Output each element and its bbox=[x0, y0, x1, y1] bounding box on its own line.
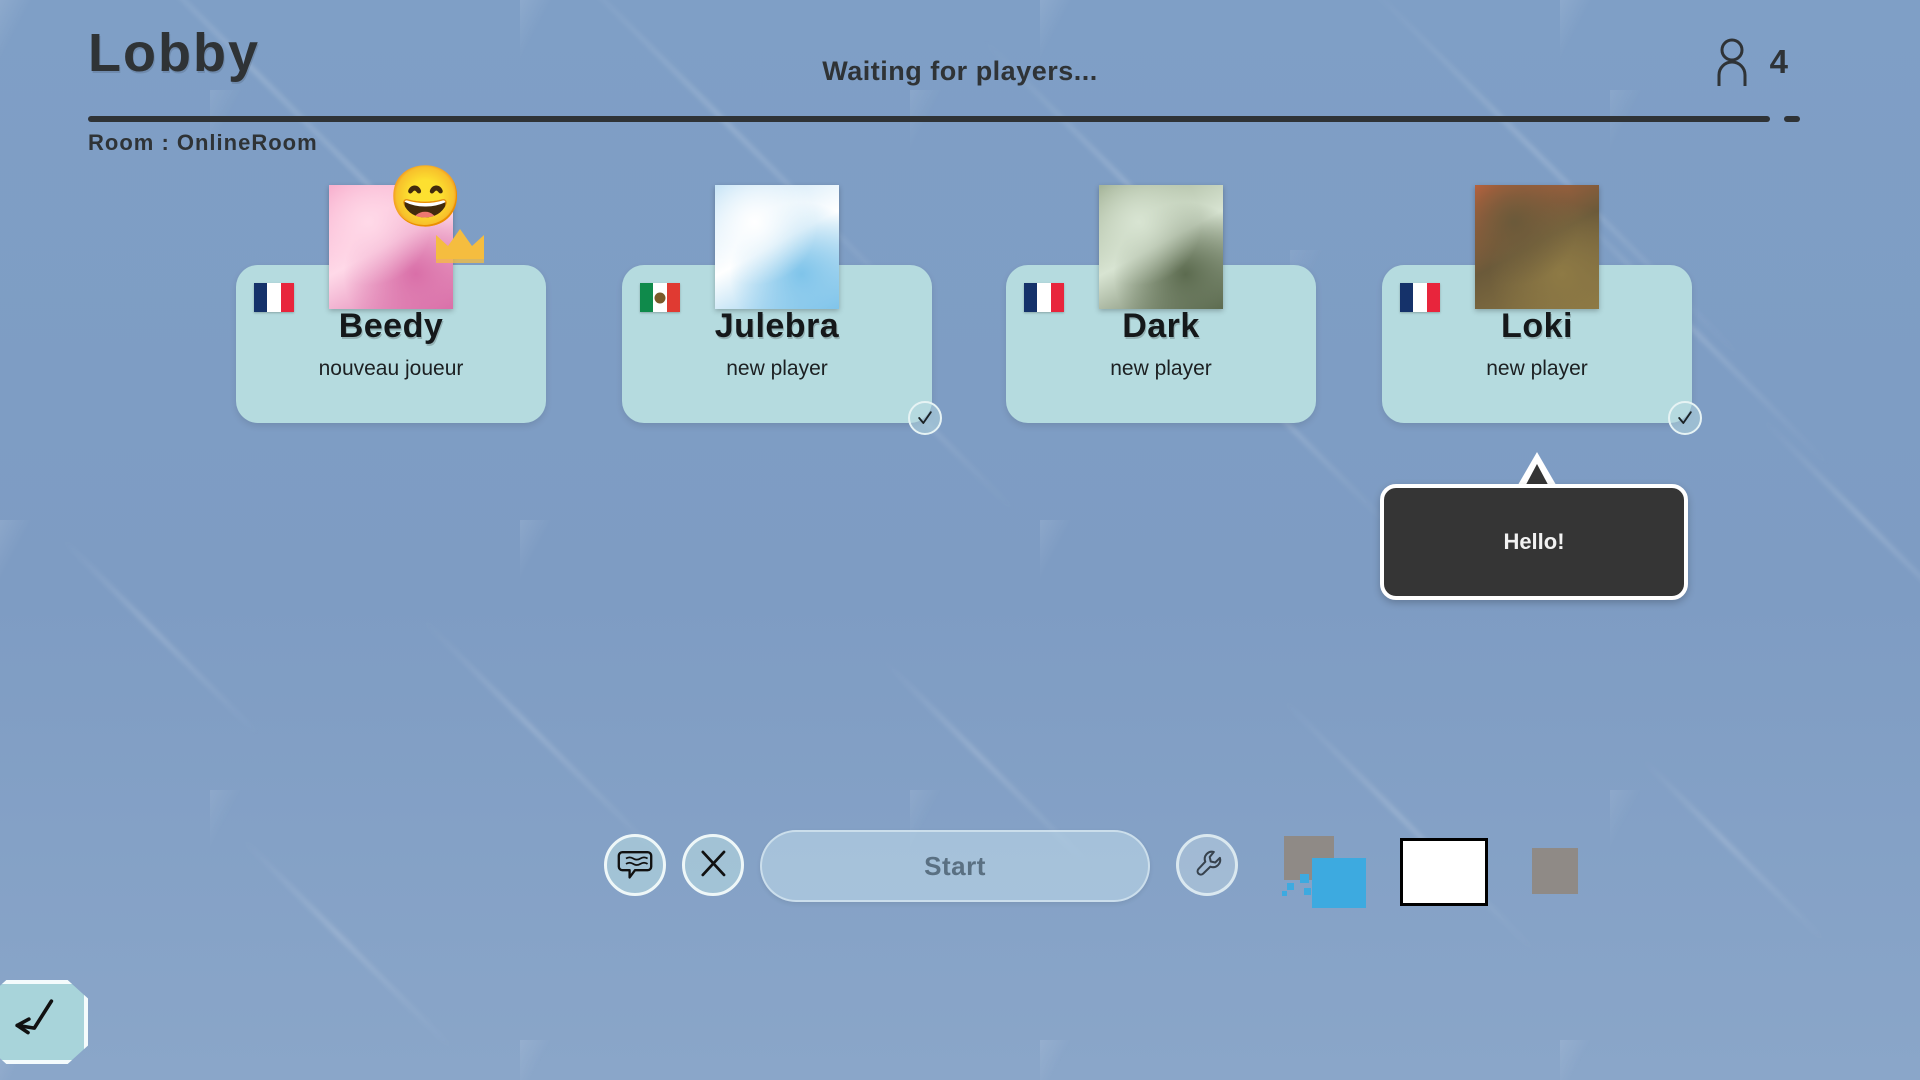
player-status-label: new player bbox=[1110, 357, 1212, 380]
close-x-icon bbox=[696, 846, 730, 885]
close-button[interactable] bbox=[682, 834, 744, 896]
header-divider-dot bbox=[1784, 116, 1800, 122]
back-button[interactable] bbox=[0, 980, 88, 1064]
header-divider bbox=[88, 116, 1770, 122]
chat-bubble-text: Hello! bbox=[1503, 529, 1565, 554]
player-status-label: new player bbox=[1486, 357, 1588, 380]
person-icon bbox=[1716, 38, 1748, 86]
chat-bubble: Hello! bbox=[1380, 484, 1688, 600]
back-arrow-icon bbox=[10, 995, 64, 1050]
player-card[interactable]: Loki new player bbox=[1382, 185, 1702, 435]
wrench-icon bbox=[1190, 846, 1224, 885]
lobby-header: Lobby Waiting for players... 4 Room : On… bbox=[0, 0, 1920, 155]
room-name-label: Room : OnlineRoom bbox=[88, 130, 318, 155]
player-status-label: new player bbox=[726, 357, 828, 380]
player-card[interactable]: Dark new player bbox=[1006, 185, 1316, 423]
blue-dots-decoration bbox=[1282, 872, 1316, 900]
start-button-label: Start bbox=[924, 850, 986, 881]
window-photo-avatar bbox=[1099, 185, 1223, 309]
player-count-group: 4 bbox=[1716, 38, 1788, 86]
bottom-toolbar: Start bbox=[0, 822, 1920, 932]
player-name: Loki bbox=[1501, 307, 1573, 345]
ready-check-badge bbox=[1668, 401, 1702, 435]
player-card-list: 😄 Beedy nouveau joueur Julebra new player Dar… bbox=[0, 167, 1920, 465]
crown-icon bbox=[432, 225, 488, 263]
flag-emblem bbox=[654, 292, 666, 303]
player-status-label: nouveau joueur bbox=[318, 357, 464, 380]
grinning-emoji: 😄 bbox=[388, 163, 463, 230]
ready-check-badge bbox=[908, 401, 942, 435]
chat-button[interactable] bbox=[604, 834, 666, 896]
blue-swatch[interactable] bbox=[1312, 858, 1366, 908]
background-streak bbox=[60, 536, 262, 738]
grey-swatch-b[interactable] bbox=[1532, 848, 1578, 894]
white-swatch[interactable] bbox=[1400, 838, 1488, 906]
anime-character-avatar bbox=[1475, 185, 1599, 309]
lobby-status-text: Waiting for players... bbox=[822, 56, 1098, 86]
player-card[interactable]: Julebra new player bbox=[622, 185, 942, 435]
player-name: Beedy bbox=[338, 307, 444, 345]
start-button[interactable]: Start bbox=[760, 830, 1150, 902]
chat-bubble-icon bbox=[617, 845, 653, 886]
player-count-value: 4 bbox=[1769, 43, 1788, 80]
player-card[interactable]: 😄 Beedy nouveau joueur bbox=[236, 167, 546, 423]
player-name: Julebra bbox=[714, 307, 840, 345]
settings-button[interactable] bbox=[1176, 834, 1238, 896]
player-name: Dark bbox=[1122, 307, 1200, 345]
glaceon-avatar bbox=[715, 185, 839, 309]
